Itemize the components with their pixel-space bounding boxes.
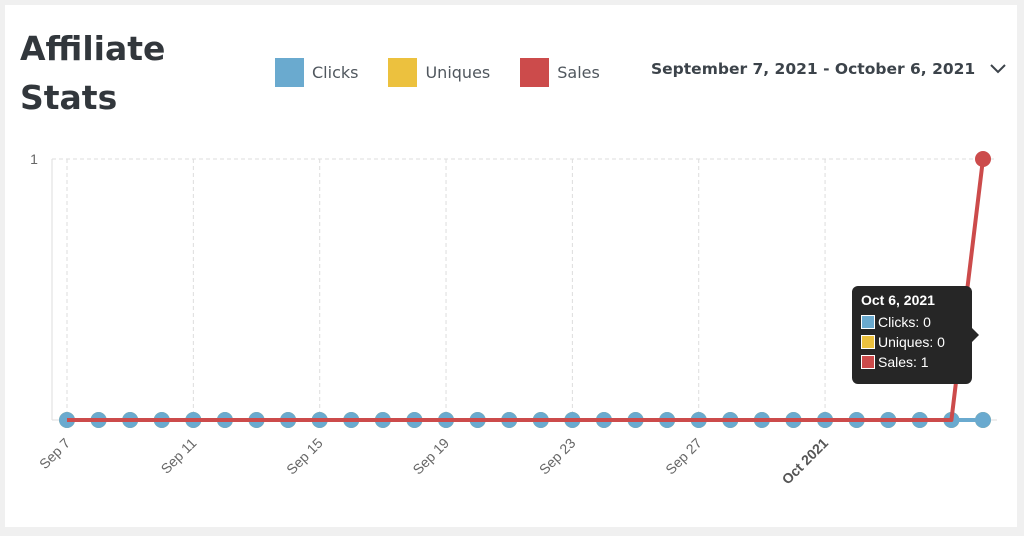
tooltip-title: Oct 6, 2021 — [861, 292, 935, 308]
tooltip-swatch-uniques — [861, 335, 875, 349]
data-point-sales — [975, 151, 991, 167]
tooltip-label-sales: Sales: 1 — [878, 354, 929, 370]
x-tick-label: Sep 27 — [662, 435, 705, 478]
x-tick-label: Sep 11 — [158, 435, 200, 477]
x-tick-label: Sep 7 — [36, 435, 73, 472]
x-tick-label: Oct 2021 — [779, 435, 832, 488]
data-point-clicks — [975, 412, 991, 428]
x-tick-label: Sep 23 — [536, 435, 579, 478]
y-tick-label: 1 — [30, 151, 38, 167]
line-chart: 1 Sep 7 Sep 11 Sep 15 Sep 19 Sep 23 Sep 27 Oct … — [30, 151, 997, 488]
x-tick-label: Sep 19 — [409, 435, 452, 478]
tooltip-row-uniques: Uniques: 0 — [861, 332, 972, 352]
series-line-sales — [67, 158, 985, 422]
chart-tooltip: Oct 6, 2021 Clicks: 0 Uniques: 0 Sales: … — [852, 286, 979, 384]
tooltip-swatch-sales — [861, 355, 875, 369]
tooltip-label-clicks: Clicks: 0 — [878, 314, 931, 330]
tooltip-row-clicks: Clicks: 0 — [861, 312, 972, 332]
tooltip-swatch-clicks — [861, 315, 875, 329]
x-tick-label: Sep 15 — [283, 435, 326, 478]
tooltip-row-sales: Sales: 1 — [861, 352, 972, 372]
tooltip-label-uniques: Uniques: 0 — [878, 334, 945, 350]
